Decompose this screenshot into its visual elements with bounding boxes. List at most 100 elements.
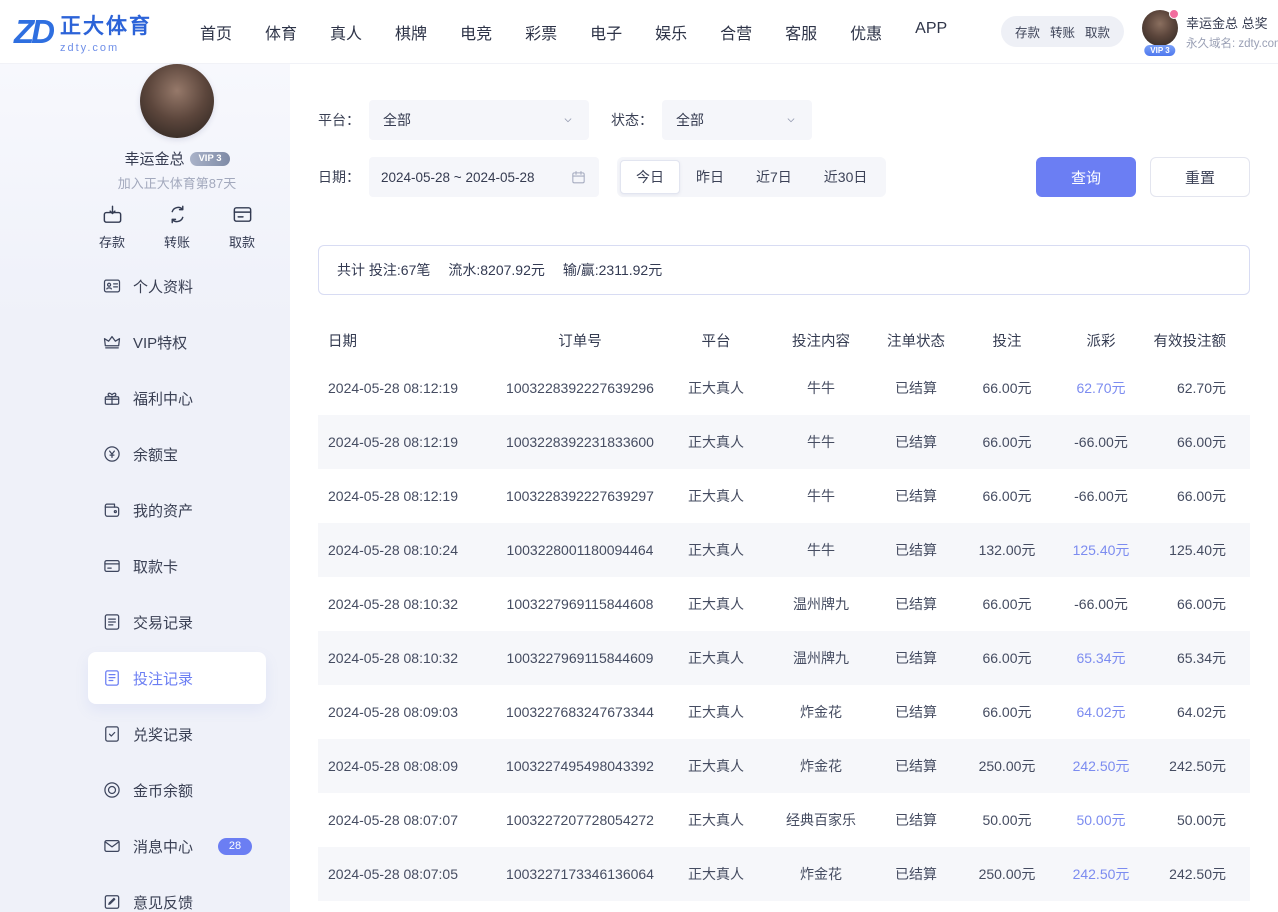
col-header-4: 注单状态 <box>870 330 962 351</box>
quick-action-withdraw[interactable]: 取款 <box>220 203 264 251</box>
transactions-icon <box>102 612 122 632</box>
cell-platform: 正大真人 <box>660 432 772 452</box>
range-yesterday[interactable]: 昨日 <box>680 160 740 194</box>
feedback-icon <box>102 892 122 912</box>
cell-date: 2024-05-28 08:08:09 <box>318 758 500 774</box>
nav-item-promo[interactable]: 优惠 <box>850 20 882 44</box>
nav-item-esports[interactable]: 电竞 <box>460 20 492 44</box>
cell-status: 已结算 <box>870 486 962 506</box>
sidebar-item-coin-balance[interactable]: 金币余额 <box>88 764 266 816</box>
cell-bet-content: 炸金花 <box>772 864 870 884</box>
cell-valid-amount: 50.00元 <box>1150 810 1250 830</box>
nav-item-chess[interactable]: 棋牌 <box>395 20 427 44</box>
user-avatar <box>1142 10 1178 46</box>
cell-payout: 125.40元 <box>1052 540 1150 560</box>
status-dot <box>1169 9 1179 19</box>
user-name: 幸运金总 总奖 <box>1186 13 1278 32</box>
cell-status: 已结算 <box>870 810 962 830</box>
search-button[interactable]: 查询 <box>1036 157 1136 197</box>
cell-order-id: 1003227207728054272 <box>500 812 660 828</box>
sidebar-item-label: 意见反馈 <box>133 892 193 912</box>
sidebar-item-label: 交易记录 <box>133 612 193 633</box>
quick-action-transfer[interactable]: 转账 <box>155 203 199 251</box>
cell-date: 2024-05-28 08:10:24 <box>318 542 500 558</box>
profile-avatar[interactable] <box>140 64 214 138</box>
user-info[interactable]: VIP 3 幸运金总 总奖 永久域名: zdty.com <box>1142 10 1278 54</box>
nav-item-joint[interactable]: 合营 <box>720 20 752 44</box>
filter-row-2: 日期： 2024-05-28 ~ 2024-05-28 今日昨日近7日近30日 … <box>318 157 1250 197</box>
quick-action-label: 转账 <box>164 232 190 251</box>
nav-item-entertainment[interactable]: 娱乐 <box>655 20 687 44</box>
sidebar-item-transactions[interactable]: 交易记录 <box>88 596 266 648</box>
cell-date: 2024-05-28 08:10:32 <box>318 596 500 612</box>
cell-valid-amount: 66.00元 <box>1150 486 1250 506</box>
table-row: 2024-05-28 08:10:321003227969115844609正大… <box>318 631 1250 685</box>
cell-payout: -66.00元 <box>1052 486 1150 506</box>
nav-item-sports[interactable]: 体育 <box>265 20 297 44</box>
range-last30[interactable]: 近30日 <box>808 160 884 194</box>
nav-item-app[interactable]: APP <box>915 20 947 44</box>
date-range-value: 2024-05-28 ~ 2024-05-28 <box>381 170 535 185</box>
sidebar-item-welfare[interactable]: 福利中心 <box>88 372 266 424</box>
quick-action-deposit[interactable]: 存款 <box>90 203 134 251</box>
cell-valid-amount: 62.70元 <box>1150 378 1250 398</box>
sidebar-item-label: 兑奖记录 <box>133 724 193 745</box>
cell-bet-amount: 66.00元 <box>962 702 1052 722</box>
transfer-icon <box>166 203 189 226</box>
deposit-icon <box>101 203 124 226</box>
nav-item-lottery[interactable]: 彩票 <box>525 20 557 44</box>
logo[interactable]: ZD 正大体育 zdty.com <box>14 10 152 54</box>
range-today[interactable]: 今日 <box>620 160 680 194</box>
nav-item-live[interactable]: 真人 <box>330 20 362 44</box>
cell-bet-content: 炸金花 <box>772 756 870 776</box>
nav-item-slots[interactable]: 电子 <box>590 20 622 44</box>
table-row: 2024-05-28 08:07:071003227207728054272正大… <box>318 793 1250 847</box>
reset-button[interactable]: 重置 <box>1150 157 1250 197</box>
date-range-input[interactable]: 2024-05-28 ~ 2024-05-28 <box>369 157 599 197</box>
profile-vip-badge: VIP 3 <box>190 152 229 166</box>
platform-select[interactable]: 全部 <box>369 100 589 140</box>
quick-action-label: 取款 <box>229 232 255 251</box>
wallet-link-deposit[interactable]: 存款 <box>1015 22 1040 41</box>
wallet-link-withdraw[interactable]: 取款 <box>1085 22 1110 41</box>
sidebar-item-profile[interactable]: 个人资料 <box>88 260 266 312</box>
bet-records-table: 日期订单号平台投注内容注单状态投注派彩有效投注额 2024-05-28 08:1… <box>318 319 1250 901</box>
vip-badge: VIP 3 <box>1144 45 1175 56</box>
cell-valid-amount: 66.00元 <box>1150 594 1250 614</box>
cell-status: 已结算 <box>870 702 962 722</box>
wallet-link-transfer[interactable]: 转账 <box>1050 22 1075 41</box>
date-filter-label: 日期： <box>318 167 360 187</box>
sidebar-item-assets[interactable]: 我的资产 <box>88 484 266 536</box>
sidebar-item-prize-records[interactable]: 兑奖记录 <box>88 708 266 760</box>
profile-name: 幸运金总 <box>124 148 184 169</box>
sidebar-item-label: 取款卡 <box>133 556 178 577</box>
gift-icon <box>102 388 122 408</box>
cell-bet-content: 温州牌九 <box>772 648 870 668</box>
cell-bet-amount: 66.00元 <box>962 378 1052 398</box>
nav-item-service[interactable]: 客服 <box>785 20 817 44</box>
sidebar-item-feedback[interactable]: 意见反馈 <box>88 876 266 912</box>
coin-balance-icon <box>102 780 122 800</box>
cell-platform: 正大真人 <box>660 378 772 398</box>
main-content: 平台： 全部 状态： 全部 日期： 2024-05-28 ~ 2024-05-2… <box>290 64 1278 912</box>
cell-bet-amount: 66.00元 <box>962 432 1052 452</box>
sidebar-item-messages[interactable]: 消息中心28 <box>88 820 266 872</box>
cell-valid-amount: 125.40元 <box>1150 540 1250 560</box>
assets-icon <box>102 500 122 520</box>
user-avatar-wrap: VIP 3 <box>1142 10 1178 54</box>
cell-platform: 正大真人 <box>660 810 772 830</box>
nav-item-home[interactable]: 首页 <box>200 20 232 44</box>
range-last7[interactable]: 近7日 <box>740 160 808 194</box>
platform-filter-label: 平台： <box>318 110 360 130</box>
cell-platform: 正大真人 <box>660 756 772 776</box>
sidebar-item-vip[interactable]: VIP特权 <box>88 316 266 368</box>
status-select[interactable]: 全部 <box>662 100 812 140</box>
cell-valid-amount: 64.02元 <box>1150 702 1250 722</box>
cell-payout: 242.50元 <box>1052 756 1150 776</box>
chevron-down-icon <box>784 113 798 127</box>
cell-status: 已结算 <box>870 756 962 776</box>
sidebar-item-withdraw-card[interactable]: 取款卡 <box>88 540 266 592</box>
brand-name: 正大体育 <box>60 10 152 40</box>
sidebar-item-bet-records[interactable]: 投注记录 <box>88 652 266 704</box>
sidebar-item-yuebao[interactable]: 余额宝 <box>88 428 266 480</box>
